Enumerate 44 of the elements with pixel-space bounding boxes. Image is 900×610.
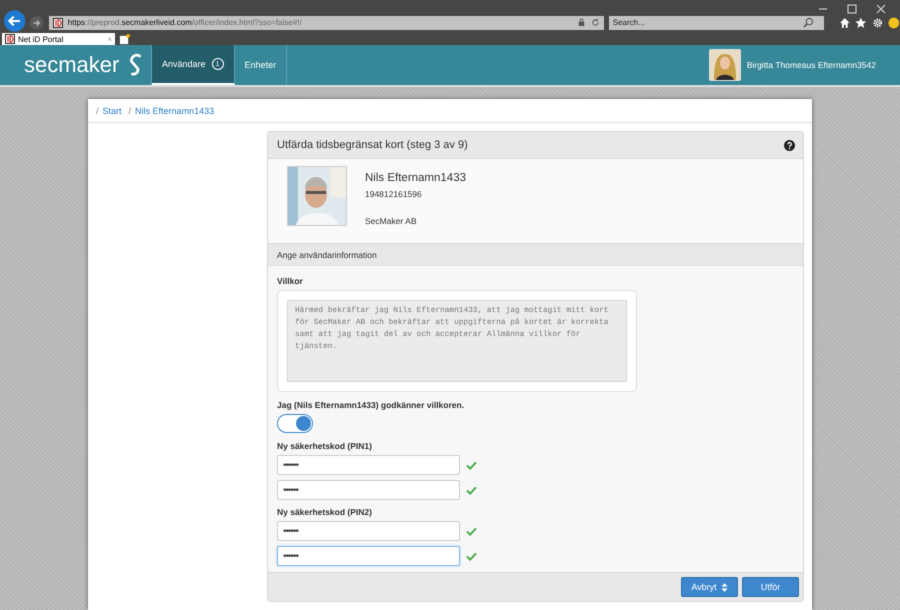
- panel-title: Utfärda tidsbegränsat kort (steg 3 av 9): [277, 139, 468, 151]
- pin-field[interactable]: ••••••: [277, 480, 460, 500]
- person-id: 194812161596: [365, 189, 423, 199]
- address-bar[interactable]: https://preprod.secmakerliveid.com/officer/index.html?sso=false#!/: [48, 16, 604, 30]
- star-icon[interactable]: [855, 16, 867, 28]
- toggle-switch[interactable]: [277, 414, 313, 433]
- field-label: Villkor: [277, 276, 304, 286]
- section-title: Ange användarinformation: [277, 250, 377, 260]
- url-text: https://preprod.secmakerliveid.com/officer/index.html?sso=false#!/: [68, 18, 303, 27]
- settings-icon[interactable]: [872, 16, 884, 28]
- action-button[interactable]: Utför: [742, 577, 799, 597]
- breadcrumb-separator: /: [128, 106, 132, 116]
- back-icon[interactable]: [4, 10, 26, 32]
- tab-title: Net iD Portal: [18, 34, 64, 44]
- maximize-icon[interactable]: [847, 4, 857, 14]
- field-label: Ny säkerhetskod (PIN2): [277, 507, 373, 517]
- user-name[interactable]: Birgitta Thomeaus Efternamn3542: [746, 60, 876, 70]
- pin-field[interactable]: ••••••: [277, 521, 460, 541]
- pin-field[interactable]: ••••••: [277, 455, 460, 475]
- search-icon[interactable]: [802, 17, 814, 28]
- pin-field[interactable]: ••••••: [277, 546, 460, 566]
- logo-text: secmaker: [24, 52, 120, 78]
- forward-icon[interactable]: [30, 16, 44, 30]
- new-tab-icon[interactable]: [119, 34, 130, 45]
- nav-tab[interactable]: Enheter: [234, 45, 288, 85]
- site-icon: [5, 34, 15, 44]
- home-icon[interactable]: [838, 16, 850, 28]
- sort-icon: [720, 582, 728, 592]
- help-icon[interactable]: [784, 140, 795, 150]
- organization: SecMaker AB: [365, 216, 418, 226]
- site-icon: [52, 18, 63, 28]
- breadcrumb-link[interactable]: Nils Efternamn1433: [135, 106, 214, 116]
- person-name: Nils Efternamn1433: [365, 172, 466, 184]
- field-label: Jag (Nils Efternamn1433) godkänner villkoren.: [277, 400, 466, 410]
- breadcrumb-link[interactable]: Start: [102, 106, 122, 116]
- search-placeholder: Search...: [612, 18, 646, 27]
- action-button[interactable]: Avbryt: [681, 577, 738, 597]
- browser-tab[interactable]: Net iD Portal ×: [2, 33, 115, 45]
- search-field[interactable]: Search...: [608, 16, 824, 30]
- breadcrumb-separator: /: [96, 106, 99, 116]
- lock-icon: [576, 18, 586, 27]
- refresh-icon[interactable]: [590, 18, 600, 27]
- close-icon[interactable]: [876, 4, 886, 14]
- field-label: Ny säkerhetskod (PIN1): [277, 441, 373, 451]
